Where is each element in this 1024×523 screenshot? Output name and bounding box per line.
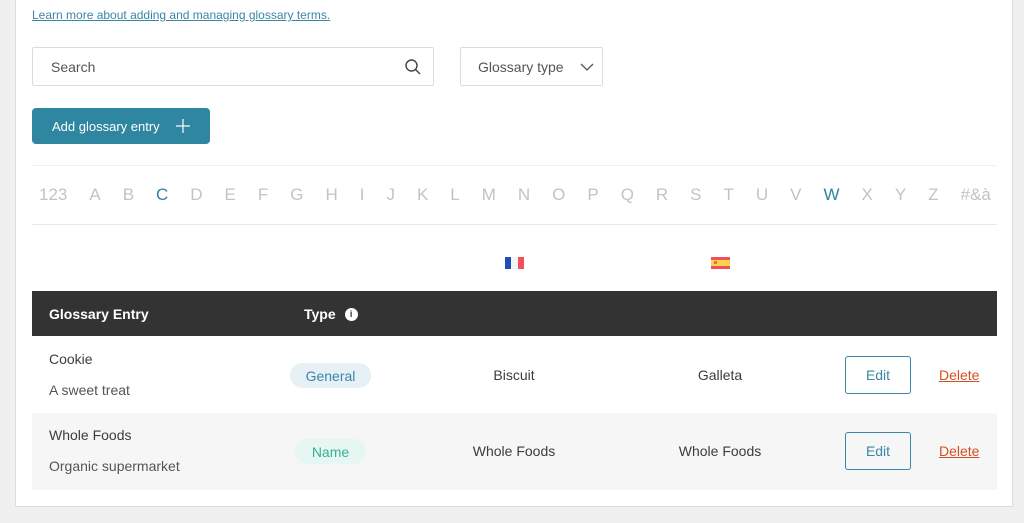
alphabet-letter[interactable]: I	[360, 185, 365, 205]
alphabet-letter[interactable]: A	[89, 185, 100, 205]
delete-link[interactable]: Delete	[939, 443, 979, 459]
translation-es: Whole Foods	[678, 443, 762, 459]
alphabet-letter[interactable]: D	[190, 185, 202, 205]
plus-icon	[175, 119, 190, 133]
alphabet-letter[interactable]: K	[417, 185, 428, 205]
table-row: Whole Foods Organic supermarket Name Who…	[32, 413, 997, 490]
alphabet-letter[interactable]: V	[790, 185, 801, 205]
alphabet-letter[interactable]: G	[290, 185, 303, 205]
add-glossary-entry-label: Add glossary entry	[52, 118, 160, 134]
alphabet-letter[interactable]: P	[587, 185, 598, 205]
alphabet-letter[interactable]: S	[690, 185, 701, 205]
alphabet-letter[interactable]: E	[225, 185, 236, 205]
alphabet-letter[interactable]: U	[756, 185, 768, 205]
type-badge: Name	[295, 439, 366, 464]
france-flag-icon	[505, 257, 524, 269]
alphabet-letter[interactable]: M	[482, 185, 496, 205]
alphabet-letter[interactable]: L	[450, 185, 459, 205]
alphabet-letter[interactable]: 123	[39, 185, 67, 205]
search-box[interactable]	[32, 47, 434, 86]
header-glossary-entry: Glossary Entry	[49, 306, 149, 322]
alphabet-letter[interactable]: F	[258, 185, 268, 205]
alphabet-letter[interactable]: N	[518, 185, 530, 205]
type-badge: General	[290, 363, 371, 388]
info-icon[interactable]: i	[344, 307, 358, 321]
alphabet-filter: 123 A B C D E F G H I J K L M N O P Q R S T U V W X Y Z #&à	[32, 165, 997, 225]
table-header: Glossary Entry Type i	[32, 291, 997, 336]
alphabet-letter[interactable]: B	[123, 185, 134, 205]
entry-description: Organic supermarket	[49, 458, 180, 474]
add-glossary-entry-button[interactable]: Add glossary entry	[32, 108, 210, 144]
search-input[interactable]	[33, 58, 393, 75]
edit-button[interactable]: Edit	[845, 432, 911, 470]
header-type-label: Type	[304, 306, 336, 322]
alphabet-letter[interactable]: H	[325, 185, 337, 205]
learn-more-link[interactable]: Learn more about adding and managing glo…	[32, 8, 330, 22]
alphabet-letter[interactable]: X	[862, 185, 873, 205]
entry-term: Cookie	[49, 351, 93, 367]
glossary-type-dropdown[interactable]: Glossary type	[460, 47, 603, 86]
translation-fr: Whole Foods	[472, 443, 556, 459]
alphabet-letter[interactable]: #&à	[961, 185, 991, 205]
glossary-type-label: Glossary type	[478, 58, 564, 75]
table-row: Cookie A sweet treat General Biscuit Gal…	[32, 337, 997, 414]
spain-flag-icon	[711, 257, 730, 269]
entry-description: A sweet treat	[49, 382, 130, 398]
translation-fr: Biscuit	[493, 367, 535, 383]
alphabet-letter[interactable]: Q	[621, 185, 634, 205]
alphabet-letter[interactable]: T	[724, 185, 734, 205]
alphabet-letter[interactable]: R	[656, 185, 668, 205]
alphabet-letter[interactable]: Z	[928, 185, 938, 205]
entry-term: Whole Foods	[49, 427, 132, 443]
edit-button[interactable]: Edit	[845, 356, 911, 394]
alphabet-letter[interactable]: O	[552, 185, 565, 205]
chevron-down-icon	[580, 63, 594, 71]
search-icon[interactable]	[393, 58, 433, 76]
alphabet-letter[interactable]: Y	[895, 185, 906, 205]
alphabet-letter[interactable]: J	[386, 185, 395, 205]
alphabet-letter[interactable]: C	[156, 185, 168, 205]
delete-link[interactable]: Delete	[939, 367, 979, 383]
header-type: Type i	[304, 306, 358, 322]
alphabet-letter[interactable]: W	[823, 185, 839, 205]
translation-es: Galleta	[697, 367, 743, 383]
